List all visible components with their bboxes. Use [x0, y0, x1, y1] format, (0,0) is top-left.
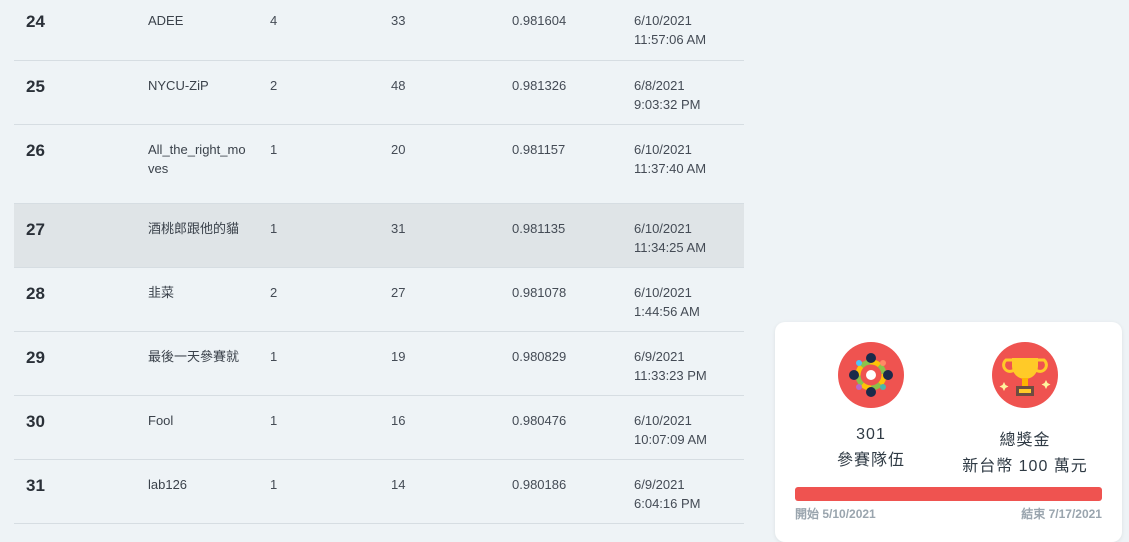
teams-count: 301 — [856, 426, 886, 443]
table-row: 28 韭菜 2 27 0.981078 6/10/2021 1:44:56 AM — [14, 268, 744, 332]
entry-count: 20 — [391, 142, 406, 157]
progress-fill — [795, 487, 1102, 501]
submission-date: 6/10/2021 — [634, 13, 692, 28]
teams-label: 參賽隊伍 — [836, 452, 905, 469]
last-submission: 6/10/2021 11:57:06 AM — [634, 11, 706, 49]
start-date: 開始 5/10/2021 — [795, 507, 876, 521]
entry-count: 31 — [391, 221, 406, 236]
submission-time: 11:33:23 PM — [634, 368, 707, 383]
member-count: 1 — [270, 477, 278, 492]
submission-time: 6:04:16 PM — [634, 496, 701, 511]
team-name: lab126 — [148, 477, 188, 492]
team-name: Fool — [148, 413, 174, 428]
table-row: 30 Fool 1 16 0.980476 6/10/2021 10:07:09 … — [14, 396, 744, 460]
team-name: NYCU-ZiP — [148, 78, 209, 93]
entry-count: 27 — [391, 285, 406, 300]
team-circle-icon — [838, 342, 904, 408]
last-submission: 6/10/2021 10:07:09 AM — [634, 411, 707, 449]
last-submission: 6/10/2021 11:37:40 AM — [634, 140, 706, 178]
team-name: 韭菜 — [148, 285, 175, 300]
submission-date: 6/9/2021 — [634, 349, 685, 364]
prize-stat: 總獎金 新台幣 100 萬元 — [955, 342, 1095, 476]
table-row: 26 All_the_right_moves 1 20 0.981157 6/1… — [14, 125, 744, 204]
score: 0.980476 — [512, 413, 567, 428]
member-count: 4 — [270, 13, 278, 28]
team-name: 酒桃郎跟他的貓 — [148, 221, 240, 236]
member-count: 2 — [270, 78, 278, 93]
member-count: 1 — [270, 413, 278, 428]
competition-summary-card: 301 參賽隊伍 總獎金 新台幣 100 萬元 開始 5/10/2021 結束 … — [775, 322, 1122, 542]
rank: 31 — [26, 476, 45, 495]
prize-title: 總獎金 — [999, 432, 1051, 449]
score: 0.981078 — [512, 285, 567, 300]
table-row: 27 酒桃郎跟他的貓 1 31 0.981135 6/10/2021 11:34:… — [14, 204, 744, 268]
rank: 26 — [26, 141, 45, 160]
score: 0.980829 — [512, 349, 567, 364]
end-date: 結束 7/17/2021 — [1021, 507, 1102, 521]
leaderboard-table: 24 ADEE 4 33 0.981604 6/10/2021 11:57:06 … — [14, 0, 744, 524]
member-count: 1 — [270, 221, 278, 236]
table-row: 31 lab126 1 14 0.980186 6/9/2021 6:04:16 … — [14, 460, 744, 524]
competition-progress-bar — [795, 487, 1102, 501]
last-submission: 6/10/2021 11:34:25 AM — [634, 219, 706, 257]
submission-time: 11:57:06 AM — [634, 32, 707, 47]
score: 0.980186 — [512, 477, 567, 492]
submission-date: 6/9/2021 — [634, 477, 685, 492]
score: 0.981157 — [512, 142, 566, 157]
submission-date: 6/10/2021 — [634, 413, 692, 428]
entry-count: 19 — [391, 349, 406, 364]
score: 0.981326 — [512, 78, 567, 93]
team-name: All_the_right_moves — [148, 142, 246, 176]
rank: 24 — [26, 12, 45, 31]
team-name: ADEE — [148, 13, 184, 28]
team-name: 最後一天參賽就 — [148, 349, 240, 364]
rank: 25 — [26, 77, 45, 96]
score: 0.981604 — [512, 13, 567, 28]
rank: 30 — [26, 412, 45, 431]
submission-time: 9:03:32 PM — [634, 97, 701, 112]
table-row: 25 NYCU-ZiP 2 48 0.981326 6/8/2021 9:03:3… — [14, 61, 744, 125]
score: 0.981135 — [512, 221, 566, 236]
last-submission: 6/8/2021 9:03:32 PM — [634, 76, 701, 114]
last-submission: 6/9/2021 6:04:16 PM — [634, 475, 701, 513]
rank: 27 — [26, 220, 45, 239]
submission-date: 6/10/2021 — [634, 285, 692, 300]
entry-count: 16 — [391, 413, 406, 428]
submission-time: 1:44:56 AM — [634, 304, 700, 319]
prize-amount: 新台幣 100 萬元 — [962, 458, 1088, 475]
last-submission: 6/10/2021 1:44:56 AM — [634, 283, 700, 321]
rank: 28 — [26, 284, 45, 303]
member-count: 2 — [270, 285, 278, 300]
rank: 29 — [26, 348, 45, 367]
trophy-icon — [992, 342, 1058, 408]
entry-count: 33 — [391, 13, 406, 28]
table-row: 29 最後一天參賽就 1 19 0.980829 6/9/2021 11:33:2… — [14, 332, 744, 396]
submission-time: 11:34:25 AM — [634, 240, 707, 255]
submission-date: 6/10/2021 — [634, 221, 692, 236]
submission-date: 6/10/2021 — [634, 142, 692, 157]
entry-count: 48 — [391, 78, 406, 93]
last-submission: 6/9/2021 11:33:23 PM — [634, 347, 707, 385]
table-row: 24 ADEE 4 33 0.981604 6/10/2021 11:57:06 … — [14, 0, 744, 61]
submission-time: 11:37:40 AM — [634, 161, 707, 176]
teams-stat: 301 參賽隊伍 — [801, 342, 941, 470]
submission-date: 6/8/2021 — [634, 78, 685, 93]
member-count: 1 — [270, 349, 278, 364]
entry-count: 14 — [391, 477, 406, 492]
submission-time: 10:07:09 AM — [634, 432, 707, 447]
member-count: 1 — [270, 142, 278, 157]
